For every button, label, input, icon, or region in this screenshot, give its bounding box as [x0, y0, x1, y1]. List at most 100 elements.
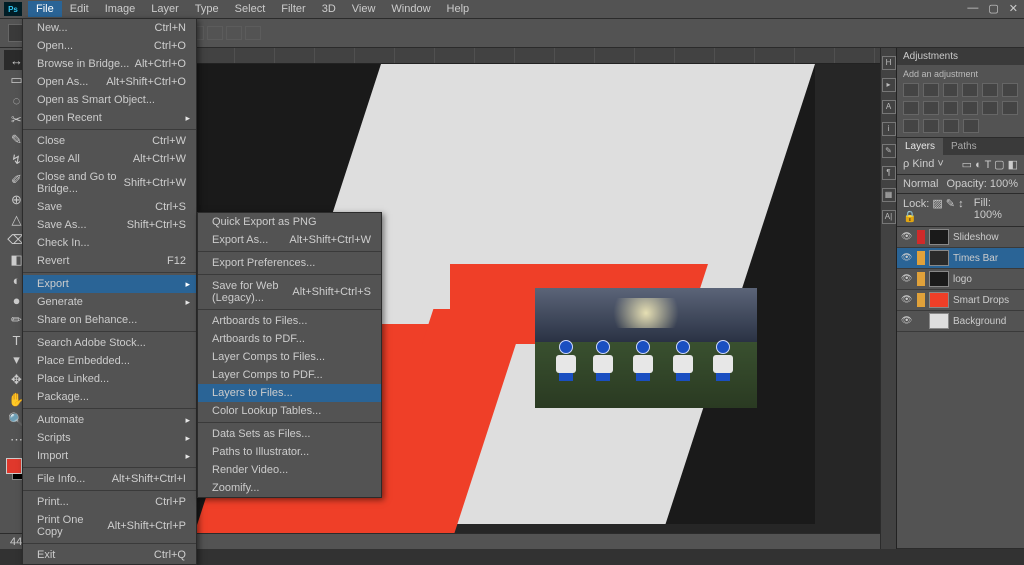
menu-item[interactable]: Print One CopyAlt+Shift+Ctrl+P: [23, 511, 196, 541]
adjustments-title[interactable]: Adjustments: [897, 48, 1024, 65]
swatches-panel-icon[interactable]: ▦: [882, 188, 896, 202]
window-controls: — ▢ ✕: [967, 2, 1018, 15]
menu-item[interactable]: Export: [23, 275, 196, 293]
layer-row[interactable]: 👁Smart Drops: [897, 290, 1024, 311]
adj-icon[interactable]: [923, 101, 939, 115]
menu-item[interactable]: Save for Web (Legacy)...Alt+Shift+Ctrl+S: [198, 277, 381, 307]
adj-icon[interactable]: [903, 83, 919, 97]
visibility-icon[interactable]: 👁: [901, 294, 913, 306]
adj-icon[interactable]: [982, 101, 998, 115]
menu-item: Package...: [23, 388, 196, 406]
filter-kind[interactable]: Kind: [912, 158, 934, 170]
actions-panel-icon[interactable]: ▸: [882, 78, 896, 92]
menu-edit[interactable]: Edit: [62, 1, 97, 17]
adj-icon[interactable]: [903, 101, 919, 115]
menu-item[interactable]: Layer Comps to PDF...: [198, 366, 381, 384]
menu-item[interactable]: Color Lookup Tables...: [198, 402, 381, 420]
maximize-button[interactable]: ▢: [988, 2, 998, 15]
menu-item[interactable]: Print...Ctrl+P: [23, 493, 196, 511]
menu-item[interactable]: Zoomify...: [198, 479, 381, 497]
adj-icon[interactable]: [923, 119, 939, 133]
adj-icon[interactable]: [962, 83, 978, 97]
menu-item[interactable]: Render Video...: [198, 461, 381, 479]
menu-layer[interactable]: Layer: [143, 1, 187, 17]
menu-image[interactable]: Image: [97, 1, 144, 17]
menu-item[interactable]: Place Embedded...: [23, 352, 196, 370]
layer-name: Times Bar: [953, 253, 998, 264]
properties-panel-icon[interactable]: A: [882, 100, 896, 114]
menu-filter[interactable]: Filter: [273, 1, 313, 17]
brush-panel-icon[interactable]: ✎: [882, 144, 896, 158]
filter-icons[interactable]: ▭ ◐ T ▢ ◧: [962, 158, 1018, 171]
menu-item: Check In...: [23, 234, 196, 252]
menu-item[interactable]: RevertF12: [23, 252, 196, 270]
layer-row[interactable]: 👁 Times Bar: [897, 248, 1024, 269]
adj-icon[interactable]: [923, 83, 939, 97]
fill-value[interactable]: 100%: [974, 209, 1002, 221]
layer-name: Slideshow: [953, 232, 999, 243]
menu-item[interactable]: Open...Ctrl+O: [23, 37, 196, 55]
menu-item[interactable]: Quick Export as PNG: [198, 213, 381, 231]
adj-icon[interactable]: [1002, 83, 1018, 97]
adjustments-panel: Adjustments Add an adjustment: [897, 48, 1024, 138]
adj-icon[interactable]: [943, 119, 959, 133]
menu-item[interactable]: Automate: [23, 411, 196, 429]
menu-item[interactable]: Layers to Files...: [198, 384, 381, 402]
menu-file[interactable]: File: [28, 1, 62, 17]
menu-item[interactable]: Layer Comps to Files...: [198, 348, 381, 366]
menu-type[interactable]: Type: [187, 1, 227, 17]
menu-item[interactable]: Export As...Alt+Shift+Ctrl+W: [198, 231, 381, 249]
visibility-icon[interactable]: 👁: [901, 252, 913, 264]
menu-item[interactable]: CloseCtrl+W: [23, 132, 196, 150]
menu-item[interactable]: Generate: [23, 293, 196, 311]
character-panel-icon[interactable]: ¶: [882, 166, 896, 180]
adj-icon[interactable]: [962, 101, 978, 115]
menu-item[interactable]: Save As...Shift+Ctrl+S: [23, 216, 196, 234]
adj-icon[interactable]: [982, 83, 998, 97]
menu-help[interactable]: Help: [439, 1, 478, 17]
tab-layers[interactable]: Layers: [897, 138, 943, 155]
menu-item[interactable]: Paths to Illustrator...: [198, 443, 381, 461]
close-button[interactable]: ✕: [1009, 2, 1018, 15]
menu-item[interactable]: Export Preferences...: [198, 254, 381, 272]
visibility-icon[interactable]: 👁: [901, 315, 913, 327]
minimize-button[interactable]: —: [967, 2, 978, 15]
menu-3d[interactable]: 3D: [314, 1, 344, 17]
layer-row[interactable]: 👁 Slideshow: [897, 227, 1024, 248]
menu-item[interactable]: Search Adobe Stock...: [23, 334, 196, 352]
tab-paths[interactable]: Paths: [943, 138, 985, 155]
menu-item[interactable]: Close and Go to Bridge...Shift+Ctrl+W: [23, 168, 196, 198]
history-panel-icon[interactable]: H: [882, 56, 896, 70]
menu-window[interactable]: Window: [383, 1, 438, 17]
opacity-value[interactable]: 100%: [990, 178, 1018, 190]
menu-view[interactable]: View: [344, 1, 384, 17]
adj-icon[interactable]: [943, 83, 959, 97]
menu-item[interactable]: New...Ctrl+N: [23, 19, 196, 37]
adj-icon[interactable]: [903, 119, 919, 133]
menu-item[interactable]: Open As...Alt+Shift+Ctrl+O: [23, 73, 196, 91]
layers-panel: Layers Paths ρ Kind ˅ ▭ ◐ T ▢ ◧ Normal O…: [897, 138, 1024, 549]
blend-mode[interactable]: Normal: [903, 178, 938, 190]
menu-item[interactable]: Close AllAlt+Ctrl+W: [23, 150, 196, 168]
menu-item[interactable]: Place Linked...: [23, 370, 196, 388]
layer-row[interactable]: 👁 Background: [897, 311, 1024, 332]
visibility-icon[interactable]: 👁: [901, 273, 913, 285]
visibility-icon[interactable]: 👁: [901, 231, 913, 243]
menu-item[interactable]: File Info...Alt+Shift+Ctrl+I: [23, 470, 196, 488]
menu-item[interactable]: Import: [23, 447, 196, 465]
panel-strip: H ▸ A i ✎ ¶ ▦ A|: [880, 48, 896, 549]
menu-item[interactable]: Browse in Bridge...Alt+Ctrl+O: [23, 55, 196, 73]
menu-select[interactable]: Select: [227, 1, 274, 17]
layer-name: Background: [953, 316, 1006, 327]
adj-icon[interactable]: [943, 101, 959, 115]
menu-item[interactable]: Open as Smart Object...: [23, 91, 196, 109]
menu-item[interactable]: Open Recent: [23, 109, 196, 127]
paragraph-panel-icon[interactable]: A|: [882, 210, 896, 224]
menu-item: Data Sets as Files...: [198, 425, 381, 443]
adj-icon[interactable]: [963, 119, 979, 133]
menu-item[interactable]: Scripts: [23, 429, 196, 447]
menu-item[interactable]: SaveCtrl+S: [23, 198, 196, 216]
layer-row[interactable]: 👁logo: [897, 269, 1024, 290]
info-panel-icon[interactable]: i: [882, 122, 896, 136]
adj-icon[interactable]: [1002, 101, 1018, 115]
